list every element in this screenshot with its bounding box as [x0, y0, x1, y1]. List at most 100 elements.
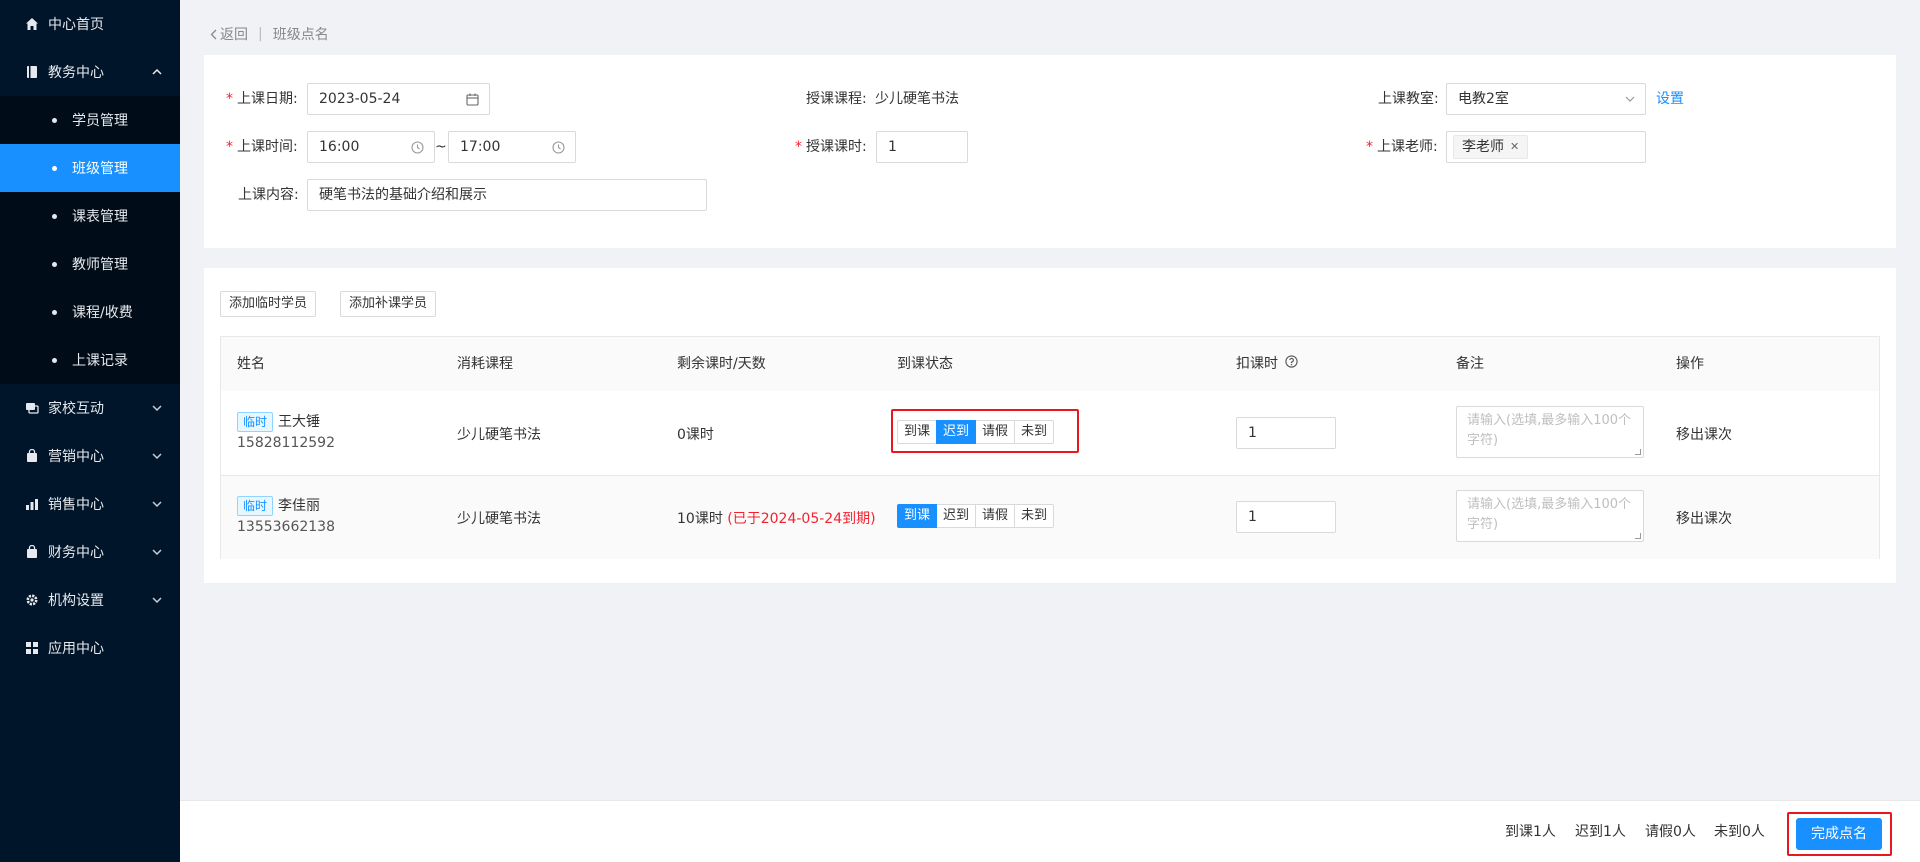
time-label-text: 上课时间: [237, 139, 298, 155]
book-icon [24, 64, 40, 80]
table-row: 临时 王大锤 15828112592 少儿硬笔书法 0课时 到课 迟到 请假 未到… [221, 391, 1879, 475]
remaining-cell: 10课时 (已于2024-05-24到期) [677, 508, 876, 528]
add-makeup-student-button[interactable]: 添加补课学员 [340, 291, 437, 317]
time-separator: ~ [435, 139, 447, 155]
note-textarea[interactable]: 请输入(选填,最多输入100个字符) [1456, 406, 1644, 458]
status-arrived-button[interactable]: 到课 [897, 420, 938, 444]
th-action: 操作 [1676, 356, 1704, 372]
gear-icon [24, 592, 40, 608]
wallet-icon [24, 544, 40, 560]
required-mark: * [1366, 139, 1373, 155]
bullet-icon [52, 166, 57, 171]
edu-submenu: 学员管理 班级管理 课表管理 教师管理 课程/收费 上课记录 [0, 96, 180, 384]
hours-input[interactable]: 1 [876, 131, 968, 163]
time-start-input[interactable]: 16:00 [307, 131, 435, 163]
note-placeholder: 请输入(选填,最多输入100个字符) [1467, 413, 1632, 448]
sidebar-item-records[interactable]: 上课记录 [0, 336, 180, 384]
student-phone: 15828112592 [237, 435, 335, 451]
status-absent-button[interactable]: 未到 [1014, 504, 1055, 528]
hours-label-text: 授课课时: [806, 139, 867, 155]
menu-finance[interactable]: 财务中心 [0, 528, 180, 576]
status-absent-button[interactable]: 未到 [1014, 420, 1055, 444]
close-icon[interactable]: ✕ [1510, 136, 1519, 158]
menu-org[interactable]: 机构设置 [0, 576, 180, 624]
menu-edu-label: 教务中心 [48, 65, 104, 81]
th-note: 备注 [1456, 356, 1484, 372]
teacher-tag-label: 李老师 [1462, 139, 1504, 155]
note-textarea[interactable]: 请输入(选填,最多输入100个字符) [1456, 490, 1644, 542]
menu-marketing[interactable]: 营销中心 [0, 432, 180, 480]
sidebar-item-students[interactable]: 学员管理 [0, 96, 180, 144]
sidebar-item-courses[interactable]: 课程/收费 [0, 288, 180, 336]
absent-count: 未到0人 [1714, 824, 1765, 840]
status-arrived-button[interactable]: 到课 [897, 504, 938, 528]
menu-label: 应用中心 [48, 641, 104, 657]
teacher-label: * 上课老师: [1366, 131, 1438, 163]
time-start-value: 16:00 [319, 139, 360, 155]
content-value: 硬笔书法的基础介绍和展示 [319, 187, 487, 203]
status-late-button[interactable]: 迟到 [936, 420, 977, 444]
student-name: 王大锤 [278, 414, 321, 430]
menu-label: 营销中心 [48, 449, 104, 465]
deduct-value: 1 [1248, 509, 1257, 525]
attendance-table: 姓名 消耗课程 剩余课时/天数 到课状态 扣课时 备注 操作 临时 王大锤 158… [220, 336, 1880, 559]
resize-grip-icon[interactable] [1635, 449, 1641, 455]
remove-from-lesson-link[interactable]: 移出课次 [1676, 424, 1732, 444]
arrived-count: 到课1人 [1505, 824, 1556, 840]
required-mark: * [795, 139, 802, 155]
breadcrumb-current: 班级点名 [272, 27, 329, 43]
student-phone: 13553662138 [237, 519, 335, 535]
temp-badge: 临时 [237, 412, 274, 432]
chevron-down-icon [152, 528, 162, 576]
time-end-input[interactable]: 17:00 [448, 131, 576, 163]
status-leave-button[interactable]: 请假 [975, 504, 1016, 528]
sidebar-item-schedule[interactable]: 课表管理 [0, 192, 180, 240]
menu-edu[interactable]: 教务中心 [0, 48, 180, 96]
apps-grid-icon [24, 640, 40, 656]
calendar-icon [466, 84, 479, 114]
help-icon[interactable] [1285, 337, 1299, 391]
menu-label: 机构设置 [48, 593, 104, 609]
remaining-value: 0课时 [677, 427, 714, 443]
sub-label: 班级管理 [72, 161, 128, 177]
room-setting-link[interactable]: 设置 [1656, 83, 1684, 115]
menu-home-school[interactable]: 家校互动 [0, 384, 180, 432]
date-input[interactable]: 2023-05-24 [307, 83, 490, 115]
menu-apps[interactable]: 应用中心 [0, 624, 180, 672]
chevron-down-icon [152, 576, 162, 624]
content-input[interactable]: 硬笔书法的基础介绍和展示 [307, 179, 707, 211]
sidebar: 中心首页 教务中心 学员管理 班级管理 课表管理 教师管理 课程/收费 上课记录… [0, 0, 180, 862]
room-select[interactable]: 电教2室 [1446, 83, 1646, 115]
deduct-input[interactable]: 1 [1236, 417, 1336, 449]
bullet-icon [52, 310, 57, 315]
remaining-value: 10课时 [677, 511, 723, 527]
remove-from-lesson-link[interactable]: 移出课次 [1676, 508, 1732, 528]
teacher-select[interactable]: 李老师 ✕ [1446, 131, 1646, 163]
sidebar-item-teachers[interactable]: 教师管理 [0, 240, 180, 288]
room-label: 上课教室: [1378, 91, 1439, 107]
resize-grip-icon[interactable] [1635, 533, 1641, 539]
sales-chart-icon [24, 496, 40, 512]
back-label: 返回 [220, 27, 248, 43]
back-link[interactable]: 返回 [210, 24, 248, 44]
chevron-down-icon [1625, 84, 1635, 114]
lesson-info-card: * 上课日期: 2023-05-24 授课课程: 少儿硬笔书法 上课教室: 电教2… [204, 55, 1896, 248]
add-temp-student-button[interactable]: 添加临时学员 [220, 291, 317, 317]
temp-badge: 临时 [237, 496, 274, 516]
chevron-down-icon [152, 480, 162, 528]
sub-label: 课程/收费 [72, 305, 133, 321]
menu-home[interactable]: 中心首页 [0, 0, 180, 48]
complete-rollcall-button[interactable]: 完成点名 [1796, 818, 1882, 850]
time-end-value: 17:00 [460, 139, 501, 155]
sub-label: 学员管理 [72, 113, 128, 129]
chevron-down-icon [152, 432, 162, 480]
deduct-input[interactable]: 1 [1236, 501, 1336, 533]
deduct-value: 1 [1248, 425, 1257, 441]
th-name: 姓名 [237, 356, 265, 372]
status-leave-button[interactable]: 请假 [975, 420, 1016, 444]
sidebar-item-classes[interactable]: 班级管理 [0, 144, 180, 192]
menu-sales[interactable]: 销售中心 [0, 480, 180, 528]
chevron-left-icon [210, 29, 217, 40]
status-late-button[interactable]: 迟到 [936, 504, 977, 528]
hours-value: 1 [888, 139, 897, 155]
